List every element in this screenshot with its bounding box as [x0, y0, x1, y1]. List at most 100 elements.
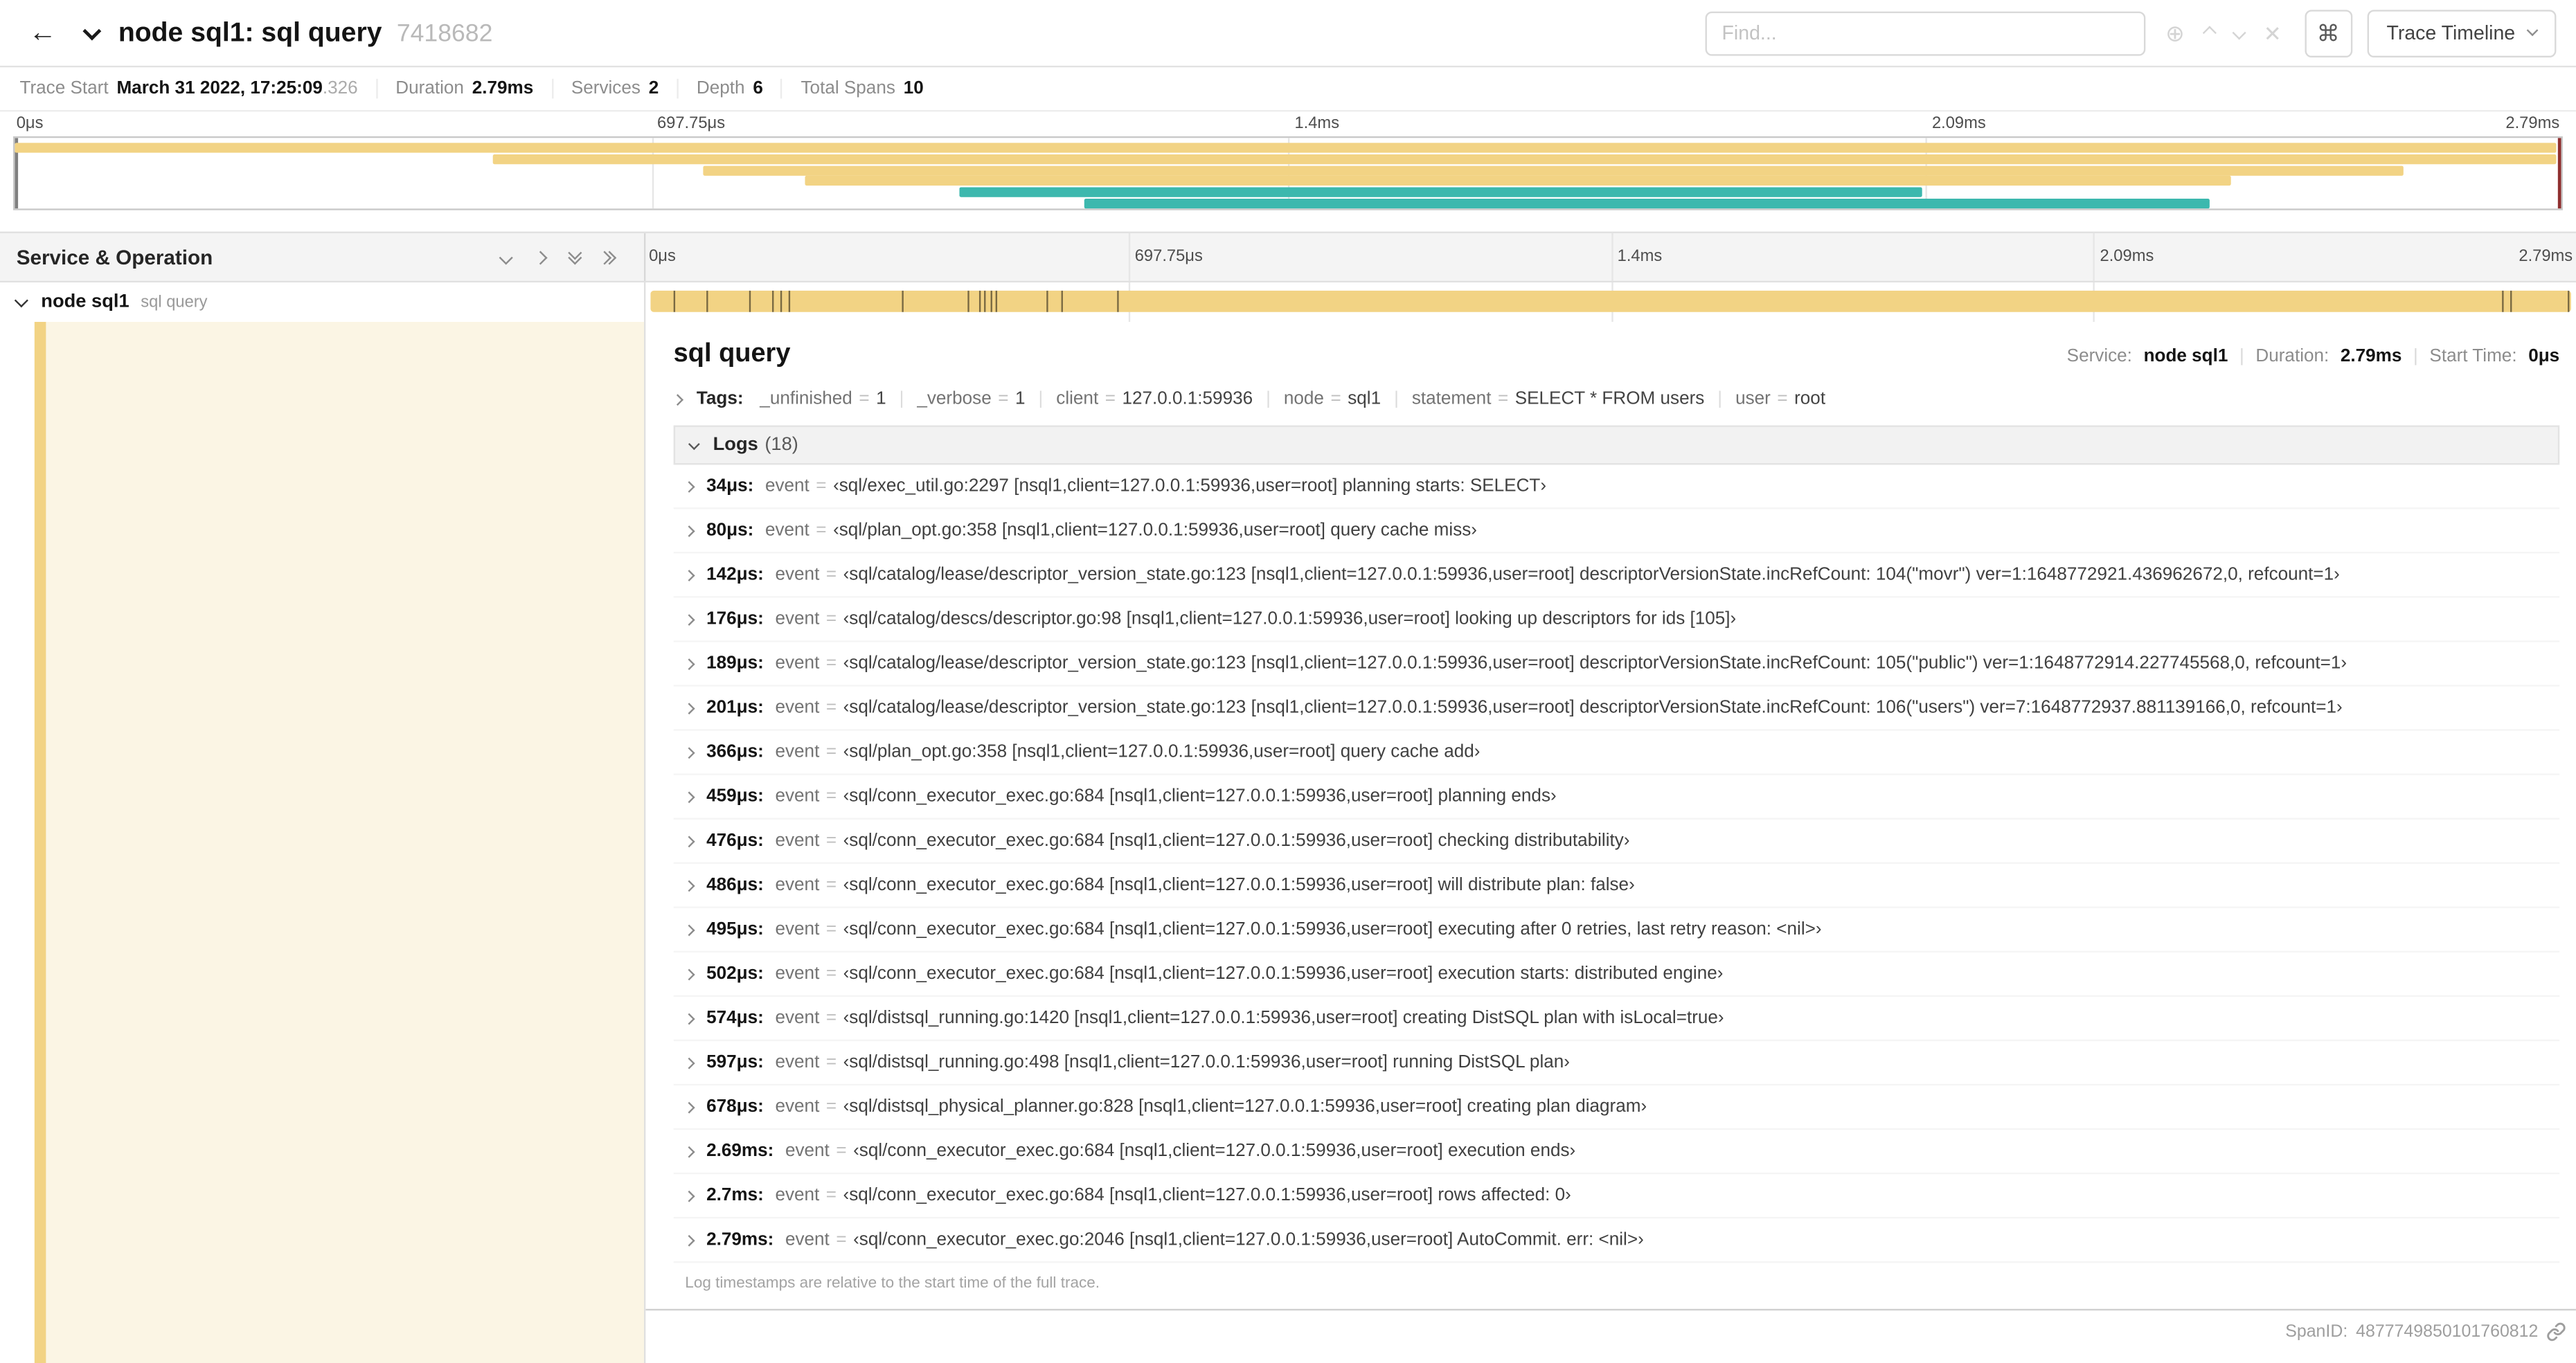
collapse-one-icon[interactable] [533, 250, 548, 264]
span-operation-name: sql query [141, 293, 208, 312]
tag-key: client [1056, 389, 1099, 409]
next-result-icon[interactable] [2232, 26, 2246, 40]
log-timestamp: 2.69ms: [706, 1141, 774, 1162]
log-field-key: event [775, 698, 820, 718]
log-timestamp: 597μs: [706, 1052, 764, 1073]
chevron-right-icon [673, 393, 684, 405]
collapse-header-icon[interactable] [82, 21, 102, 41]
find-input[interactable] [1705, 10, 2146, 55]
log-row[interactable]: 2.7ms: event = ‹sql/conn_executor_exec.go:6… [673, 1174, 2560, 1219]
log-row[interactable]: 459μs: event = ‹sql/conn_executor_exec.go:6… [673, 775, 2560, 820]
service-operation-header: Service & Operation [0, 233, 646, 281]
minimap-span-bar [493, 154, 2557, 164]
span-row-name-cell[interactable]: node sql1 sql query [0, 282, 646, 322]
tick-label: 2.09ms [2100, 248, 2154, 267]
log-row[interactable]: 80μs: event = ‹sql/plan_opt.go:358 [nsql1,c… [673, 509, 2560, 554]
log-marker [771, 290, 773, 312]
tag-key: user [1735, 389, 1771, 409]
tick-label: 697.75μs [656, 115, 726, 134]
equals-sign: = [825, 964, 837, 984]
log-row[interactable]: 201μs: event = ‹sql/catalog/lease/descripto… [673, 687, 2560, 731]
trace-summary-bar: Trace Start March 31 2022, 17:25:09.326 Du… [0, 67, 2576, 112]
minimap-span-bar [959, 187, 1922, 198]
keyboard-shortcuts-button[interactable]: ⌘ [2304, 9, 2352, 57]
tag-key: _verbose [917, 389, 992, 409]
copy-link-icon[interactable] [2546, 1322, 2566, 1342]
detail-left-gutter [0, 321, 646, 1363]
log-row[interactable]: 486μs: event = ‹sql/conn_executor_exec.go:6… [673, 864, 2560, 908]
chevron-right-icon [683, 746, 695, 758]
chevron-down-icon [688, 437, 700, 449]
log-row[interactable]: 189μs: event = ‹sql/catalog/lease/descripto… [673, 642, 2560, 687]
log-timestamp: 678μs: [706, 1096, 764, 1117]
log-marker [902, 290, 904, 312]
chevron-right-icon [683, 835, 695, 847]
log-row[interactable]: 176μs: event = ‹sql/catalog/descs/descripto… [673, 598, 2560, 642]
minimap-canvas[interactable] [12, 136, 2563, 210]
expand-all-icon[interactable] [568, 245, 582, 264]
span-service-name: node sql1 [41, 292, 129, 312]
minimap-scrubber-right[interactable] [2557, 138, 2561, 209]
tags-accordion[interactable]: Tags: _unfinished = 1 | _verbose = 1 | client = 12… [673, 389, 2560, 409]
log-row[interactable]: 502μs: event = ‹sql/conn_executor_exec.go:6… [673, 953, 2560, 998]
log-row[interactable]: 2.69ms: event = ‹sql/conn_executor_exec.go:… [673, 1130, 2560, 1175]
minimap-span-bar [1084, 199, 2210, 209]
log-row[interactable]: 476μs: event = ‹sql/conn_executor_exec.go:6… [673, 820, 2560, 864]
back-button[interactable]: ← [19, 10, 65, 55]
log-row[interactable]: 34μs: event = ‹sql/exec_util.go:2297 [nsql1… [673, 464, 2560, 509]
log-row[interactable]: 678μs: event = ‹sql/distsql_physical_planne… [673, 1085, 2560, 1130]
log-timestamp: 502μs: [706, 964, 764, 984]
logs-note: Log timestamps are relative to the start… [685, 1274, 1100, 1293]
start-time-value: 0μs [2528, 346, 2560, 367]
summary-item: Duration 2.79ms [377, 78, 553, 99]
view-selector-button[interactable]: Trace Timeline [2367, 9, 2557, 57]
minimap-tick-labels: 0μs 697.75μs 1.4ms 2.09ms 2.79ms [13, 114, 2563, 136]
summary-value-fraction: .326 [322, 78, 358, 99]
log-timestamp: 2.79ms: [706, 1229, 774, 1250]
span-id-label: SpanID: [2285, 1321, 2348, 1342]
log-field-value: ‹sql/exec_util.go:2297 [nsql1,client=127… [833, 476, 1547, 496]
timeline-ruler: 0μs 697.75μs 1.4ms 2.09ms 2.79ms [645, 233, 2576, 281]
divider: | [1038, 389, 1044, 409]
log-row[interactable]: 574μs: event = ‹sql/distsql_running.go:1420… [673, 997, 2560, 1042]
prev-result-icon[interactable] [2202, 26, 2217, 40]
span-detail-header: sql query Service: node sql1 | Duration:… [674, 322, 2560, 370]
chevron-right-icon [683, 1101, 695, 1113]
span-duration-bar[interactable] [650, 290, 2571, 312]
log-marker [984, 290, 987, 312]
view-selector-label: Trace Timeline [2386, 21, 2516, 45]
summary-label: Depth [696, 78, 745, 99]
duration-value: 2.79ms [2340, 346, 2402, 367]
log-marker [748, 290, 751, 312]
tag-value: 1 [1014, 389, 1026, 409]
service-label: Service: [2066, 346, 2132, 367]
logs-accordion: Logs (18) 34μs: event = ‹sql/exec_util.go:2… [673, 425, 2560, 1308]
trace-header-bar: ← node sql1: sql query 7418682 ⊕ ✕ ⌘ Trac… [0, 0, 2576, 68]
logs-header[interactable]: Logs (18) [673, 425, 2560, 465]
log-field-value: ‹sql/plan_opt.go:358 [nsql1,client=127.0… [833, 521, 1478, 541]
chevron-right-icon [683, 568, 695, 581]
equals-sign: = [825, 831, 837, 851]
span-detail-title: sql query [673, 340, 791, 368]
divider: | [2239, 346, 2244, 367]
tag-item: client = 127.0.0.1:59936 [1056, 389, 1253, 408]
log-row[interactable]: 597μs: event = ‹sql/distsql_running.go:498 … [673, 1041, 2560, 1086]
log-row[interactable]: 142μs: event = ‹sql/catalog/lease/descripto… [673, 553, 2560, 598]
log-row[interactable]: 495μs: event = ‹sql/conn_executor_exec.go:6… [673, 908, 2560, 953]
equals-sign: = [825, 919, 837, 940]
clear-search-icon[interactable]: ✕ [2264, 22, 2282, 44]
equals-sign: = [836, 1229, 847, 1250]
collapse-all-icon[interactable] [597, 250, 617, 264]
log-row[interactable]: 366μs: event = ‹sql/plan_opt.go:358 [nsql1,… [673, 731, 2560, 775]
divider: | [1266, 389, 1271, 409]
expand-one-icon[interactable] [499, 250, 513, 264]
chevron-down-icon[interactable] [14, 294, 28, 308]
tag-key: statement [1411, 389, 1492, 409]
log-row[interactable]: 2.79ms: event = ‹sql/conn_executor_exec.go:… [673, 1218, 2560, 1263]
chevron-right-icon [683, 923, 695, 936]
log-field-value: ‹sql/catalog/lease/descriptor_version_st… [843, 565, 2340, 585]
equals-sign: = [825, 698, 837, 718]
locate-icon[interactable]: ⊕ [2165, 21, 2185, 44]
log-field-value: ‹sql/distsql_running.go:1420 [nsql1,clie… [843, 1008, 1724, 1029]
log-field-key: event [775, 653, 820, 674]
